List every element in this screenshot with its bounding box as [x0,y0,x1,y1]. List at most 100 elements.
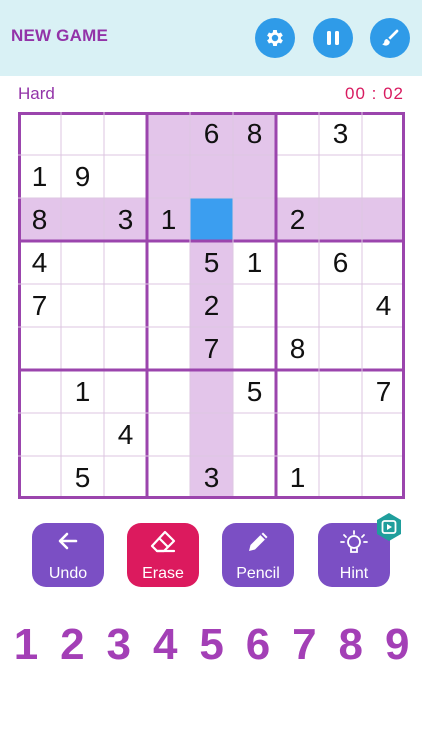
board-cell[interactable] [362,112,405,155]
settings-button[interactable] [255,18,295,58]
board-cell[interactable] [362,456,405,499]
board-cell[interactable] [362,327,405,370]
board-cell[interactable] [18,370,61,413]
numpad-key-4[interactable]: 4 [142,620,188,670]
board-cell[interactable]: 7 [362,370,405,413]
board-cell[interactable]: 1 [18,155,61,198]
numpad-key-9[interactable]: 9 [374,620,420,670]
board-cell[interactable]: 8 [18,198,61,241]
board-cell[interactable] [319,370,362,413]
numpad-key-6[interactable]: 6 [235,620,281,670]
board-cell[interactable]: 5 [61,456,104,499]
board-cell[interactable]: 3 [190,456,233,499]
board-cell[interactable] [276,112,319,155]
board-cell[interactable] [319,327,362,370]
board-cell[interactable] [147,241,190,284]
board-cell[interactable] [190,155,233,198]
board-cell[interactable] [18,327,61,370]
board-cell[interactable]: 5 [233,370,276,413]
numpad-key-3[interactable]: 3 [96,620,142,670]
board-cell[interactable] [104,370,147,413]
board-cell[interactable]: 3 [104,198,147,241]
board-cell[interactable] [147,413,190,456]
board-cell[interactable]: 6 [319,241,362,284]
board-cell[interactable] [18,456,61,499]
board-cell[interactable]: 7 [190,327,233,370]
board-cell[interactable]: 7 [18,284,61,327]
board-cell[interactable] [233,456,276,499]
board-cell[interactable] [276,241,319,284]
board-cell[interactable]: 8 [233,112,276,155]
board-cell[interactable] [104,112,147,155]
board-cell[interactable] [362,241,405,284]
board-cell[interactable]: 8 [276,327,319,370]
board-cell[interactable] [362,155,405,198]
board-cell[interactable] [276,155,319,198]
board-cell[interactable] [319,456,362,499]
board-cell[interactable]: 1 [147,198,190,241]
board-cell[interactable] [362,198,405,241]
arrow-left-icon [58,532,78,550]
board-cell[interactable]: 1 [276,456,319,499]
board-cell[interactable] [233,413,276,456]
board-cell[interactable] [61,198,104,241]
board-cell[interactable] [147,456,190,499]
board-cell[interactable] [104,241,147,284]
board-cell[interactable] [61,413,104,456]
board-cell[interactable] [319,155,362,198]
board-cell[interactable] [61,284,104,327]
board-cell[interactable]: 1 [61,370,104,413]
board-cell[interactable] [18,112,61,155]
board-cell[interactable] [147,155,190,198]
video-play-icon[interactable] [374,512,404,542]
board-cell[interactable]: 3 [319,112,362,155]
erase-button[interactable]: Erase [127,523,199,587]
pause-button[interactable] [313,18,353,58]
pencil-button[interactable]: Pencil [222,523,294,587]
pause-icon [327,31,339,45]
board-cell[interactable] [18,413,61,456]
numpad-key-1[interactable]: 1 [3,620,49,670]
numpad-key-5[interactable]: 5 [189,620,235,670]
board-cell[interactable]: 5 [190,241,233,284]
new-game-button[interactable]: NEW GAME [11,26,108,46]
board-cell[interactable] [233,327,276,370]
board-cell[interactable] [147,112,190,155]
board-cell[interactable] [233,284,276,327]
board-cell[interactable]: 9 [61,155,104,198]
board-cell[interactable] [362,413,405,456]
numpad-key-8[interactable]: 8 [328,620,374,670]
theme-button[interactable] [370,18,410,58]
board-cell[interactable]: 6 [190,112,233,155]
board-cell[interactable] [61,241,104,284]
board-cell[interactable]: 4 [18,241,61,284]
board-cell[interactable] [61,112,104,155]
board-cell[interactable] [276,284,319,327]
board-cell[interactable] [104,327,147,370]
board-cell[interactable]: 2 [276,198,319,241]
board-cell[interactable] [233,155,276,198]
numpad-key-2[interactable]: 2 [49,620,95,670]
board-cell[interactable] [319,284,362,327]
board-cell[interactable] [276,413,319,456]
board-cell[interactable]: 2 [190,284,233,327]
board-cell[interactable]: 4 [362,284,405,327]
board-cell[interactable] [319,198,362,241]
board-cell[interactable] [319,413,362,456]
board-cell[interactable]: 4 [104,413,147,456]
board-cell[interactable]: 1 [233,241,276,284]
board-cell[interactable] [276,370,319,413]
board-cell[interactable] [104,284,147,327]
numpad-key-7[interactable]: 7 [281,620,327,670]
board-cell[interactable] [61,327,104,370]
board-cell[interactable] [104,456,147,499]
board-cell[interactable] [147,284,190,327]
board-cell[interactable] [147,370,190,413]
undo-button[interactable]: Undo [32,523,104,587]
board-cell[interactable] [190,198,233,241]
board-cell[interactable] [190,413,233,456]
board-cell[interactable] [190,370,233,413]
board-cell[interactable] [147,327,190,370]
board-cell[interactable] [104,155,147,198]
board-cell[interactable] [233,198,276,241]
